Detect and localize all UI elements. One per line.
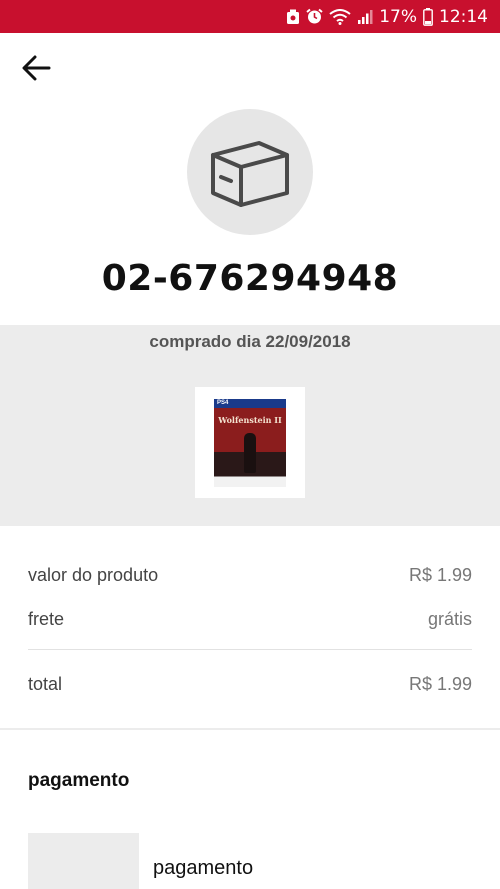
- status-bar: 17% 12:14: [0, 0, 500, 33]
- platform-label: PS4: [217, 399, 229, 406]
- shipping-row: frete grátis: [28, 609, 472, 630]
- screenshot-icon: [286, 9, 300, 25]
- alarm-icon: [306, 8, 323, 25]
- back-button[interactable]: [16, 50, 56, 86]
- section-divider: [0, 728, 500, 730]
- total-label: total: [28, 674, 63, 694]
- game-cover-image: PS4 Wolfenstein II: [214, 398, 286, 487]
- shipping-label: frete: [28, 609, 65, 629]
- status-time: 12:14: [439, 6, 488, 27]
- payment-method-image: [28, 833, 139, 889]
- cover-figure: [244, 432, 256, 473]
- total-value: R$ 1.99: [408, 674, 472, 694]
- arrow-left-icon: [22, 55, 51, 81]
- order-number: 02-676294948: [101, 258, 399, 299]
- product-value-row: valor do produto R$ 1.99: [28, 565, 472, 586]
- signal-icon: [357, 9, 373, 25]
- total-row: total R$ 1.99: [28, 674, 472, 695]
- wifi-icon: [329, 8, 351, 25]
- product-value-label: valor do produto: [28, 565, 159, 585]
- summary-divider: [28, 649, 472, 650]
- product-value: R$ 1.99: [408, 565, 472, 585]
- battery-percent: 17%: [379, 6, 417, 27]
- battery-icon: [423, 7, 433, 26]
- order-icon-circle: [187, 109, 313, 235]
- product-thumbnail[interactable]: PS4 Wolfenstein II: [195, 387, 305, 498]
- purchase-date: comprado dia 22/09/2018: [149, 332, 351, 351]
- shipping-value: grátis: [427, 609, 472, 629]
- package-box-icon: [211, 141, 289, 207]
- cover-title: Wolfenstein II: [218, 414, 282, 425]
- payment-method-label[interactable]: pagamento: [153, 857, 253, 880]
- payment-section-title: pagamento: [28, 770, 130, 791]
